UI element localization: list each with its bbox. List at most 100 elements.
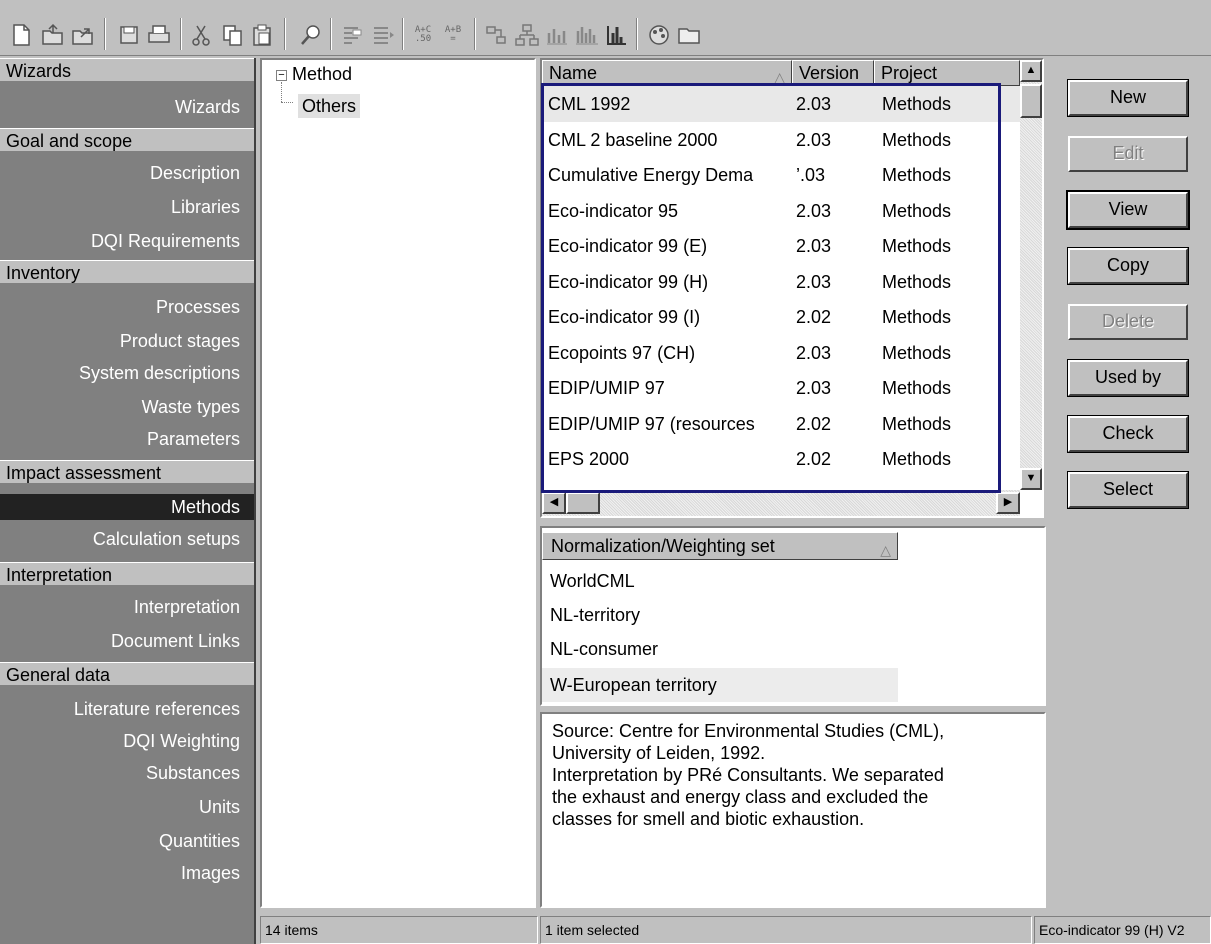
new-button[interactable]: New (1067, 79, 1189, 117)
print-icon[interactable] (146, 22, 172, 48)
nav-section-wizards[interactable]: Wizards (0, 58, 254, 82)
table-row[interactable]: CML 2 baseline 2000 2.03 Methods (542, 122, 1020, 158)
nav-item-processes[interactable]: Processes (0, 294, 254, 320)
paste-icon[interactable] (250, 22, 276, 48)
vertical-scrollbar[interactable]: ▲ ▼ (1020, 60, 1042, 490)
nav-section-goal-scope[interactable]: Goal and scope (0, 128, 254, 152)
column-header-project[interactable]: Project (874, 60, 1020, 86)
bar-chart-icon[interactable] (544, 22, 570, 48)
indent-right-icon[interactable] (370, 22, 396, 48)
cell-project: Methods (882, 165, 952, 185)
new-file-icon[interactable] (8, 22, 34, 48)
formula-b-icon[interactable]: A+B = (440, 22, 466, 48)
column-header-name[interactable]: Name △ (542, 60, 792, 86)
palette-icon[interactable] (646, 22, 672, 48)
select-button[interactable]: Select (1067, 471, 1189, 509)
cell-project: Methods (882, 200, 952, 221)
nav-item-interpretation[interactable]: Interpretation (0, 594, 254, 620)
table-row[interactable]: Eco-indicator 99 (E) 2.03 Methods (542, 228, 1020, 264)
scroll-thumb[interactable] (1020, 84, 1042, 118)
cell-project: Methods (882, 94, 952, 114)
delete-button[interactable]: Delete (1068, 304, 1188, 340)
hscroll-thumb[interactable] (566, 492, 600, 514)
table-row[interactable]: Eco-indicator 99 (H) 2.03 Methods (542, 264, 1020, 300)
cell-name: Cumulative Energy Dema (548, 165, 754, 185)
column-header-normalization[interactable]: Normalization/Weighting set △ (542, 532, 898, 560)
table-row[interactable]: Ecopoints 97 (CH) 2.03 Methods (542, 335, 1020, 371)
nav-item-methods[interactable]: Methods (0, 494, 254, 520)
nav-item-libraries[interactable]: Libraries (0, 194, 254, 220)
nav-item-literature-references[interactable]: Literature references (0, 696, 254, 722)
bar-chart-2-icon[interactable] (574, 22, 600, 48)
table-row[interactable]: CML 1992 2.03 Methods (542, 86, 1020, 122)
scroll-right-icon[interactable]: ▶ (996, 492, 1020, 514)
nav-item-product-stages[interactable]: Product stages (0, 328, 254, 354)
view-button[interactable]: View (1066, 190, 1190, 230)
nav-item-waste-types[interactable]: Waste types (0, 394, 254, 420)
cell-project: Methods (882, 307, 952, 327)
search-icon[interactable] (298, 22, 324, 48)
chart-3-icon[interactable] (604, 22, 630, 48)
scroll-down-icon[interactable]: ▼ (1020, 468, 1042, 490)
nav-section-inventory[interactable]: Inventory (0, 260, 254, 284)
open-folder-icon[interactable] (40, 22, 66, 48)
list-item[interactable]: NL-territory (550, 598, 640, 632)
tree-collapse-icon[interactable]: − (276, 70, 287, 81)
cut-icon[interactable] (188, 22, 214, 48)
check-button[interactable]: Check (1067, 415, 1189, 453)
open-up-icon[interactable] (70, 22, 96, 48)
horizontal-scrollbar[interactable]: ◀ ▶ (542, 490, 1020, 516)
save-icon[interactable] (116, 22, 142, 48)
status-current-method: Eco-indicator 99 (H) V2 (1034, 916, 1211, 944)
nav-section-interpretation[interactable]: Interpretation (0, 562, 254, 586)
cell-project: Methods (882, 378, 952, 398)
edit-button[interactable]: Edit (1068, 136, 1188, 172)
nav-item-images[interactable]: Images (0, 860, 254, 886)
list-item[interactable]: W-European territory (550, 668, 717, 702)
compare-icon[interactable] (484, 22, 510, 48)
copy-icon[interactable] (220, 22, 246, 48)
nav-item-dqi-weighting[interactable]: DQI Weighting (0, 728, 254, 754)
nav-section-impact-assessment[interactable]: Impact assessment (0, 460, 254, 484)
nav-item-calculation-setups[interactable]: Calculation setups (0, 526, 254, 552)
nav-item-wizards[interactable]: Wizards (0, 94, 254, 120)
formula-a-icon[interactable]: A+C .50 (410, 22, 436, 48)
used-by-button[interactable]: Used by (1067, 359, 1189, 397)
scroll-up-icon[interactable]: ▲ (1020, 60, 1042, 82)
nav-item-document-links[interactable]: Document Links (0, 628, 254, 654)
table-row[interactable]: EPS 2000 2.02 Methods (542, 441, 1020, 477)
nav-item-description[interactable]: Description (0, 160, 254, 186)
nav-item-parameters[interactable]: Parameters (0, 426, 254, 452)
column-header-version[interactable]: Version (792, 60, 874, 86)
table-row[interactable]: Eco-indicator 99 (I) 2.02 Methods (542, 299, 1020, 335)
cell-name: EDIP/UMIP 97 (548, 378, 665, 398)
nav-section-general-data[interactable]: General data (0, 662, 254, 686)
scroll-left-icon[interactable]: ◀ (542, 492, 566, 514)
cell-name: EPS 2000 (548, 449, 630, 469)
table-row[interactable]: Cumulative Energy Dema ’.03 Methods (542, 157, 1020, 193)
table-row[interactable]: EDIP/UMIP 97 2.03 Methods (542, 370, 1020, 406)
cell-project: Methods (882, 342, 952, 363)
nav-item-quantities[interactable]: Quantities (0, 828, 254, 854)
copy-button[interactable]: Copy (1067, 247, 1189, 285)
cell-name: Eco-indicator 99 (H) (548, 271, 709, 292)
cell-name: EDIP/UMIP 97 (resources (548, 413, 755, 434)
cell-version: 2.03 (796, 342, 832, 363)
tree-connector (281, 82, 282, 102)
list-item[interactable]: NL-consumer (550, 632, 658, 666)
cell-version: 2.02 (796, 413, 832, 434)
nav-item-units[interactable]: Units (0, 794, 254, 820)
toolbar: A+C .50 A+B = (0, 0, 1211, 56)
list-item[interactable]: WorldCML (550, 564, 635, 598)
table-row[interactable]: Eco-indicator 95 2.03 Methods (542, 193, 1020, 229)
cell-version: 2.02 (796, 307, 832, 327)
nav-item-substances[interactable]: Substances (0, 760, 254, 786)
indent-left-icon[interactable] (340, 22, 366, 48)
folder-icon[interactable] (676, 22, 702, 48)
tree-node-others[interactable]: Others (298, 94, 361, 118)
nav-item-system-descriptions[interactable]: System descriptions (0, 360, 254, 386)
network-icon[interactable] (514, 22, 540, 48)
table-row[interactable]: EDIP/UMIP 97 (resources 2.02 Methods (542, 406, 1020, 442)
tree-node-method[interactable]: Method (292, 62, 352, 86)
nav-item-dqi-requirements[interactable]: DQI Requirements (0, 228, 254, 254)
